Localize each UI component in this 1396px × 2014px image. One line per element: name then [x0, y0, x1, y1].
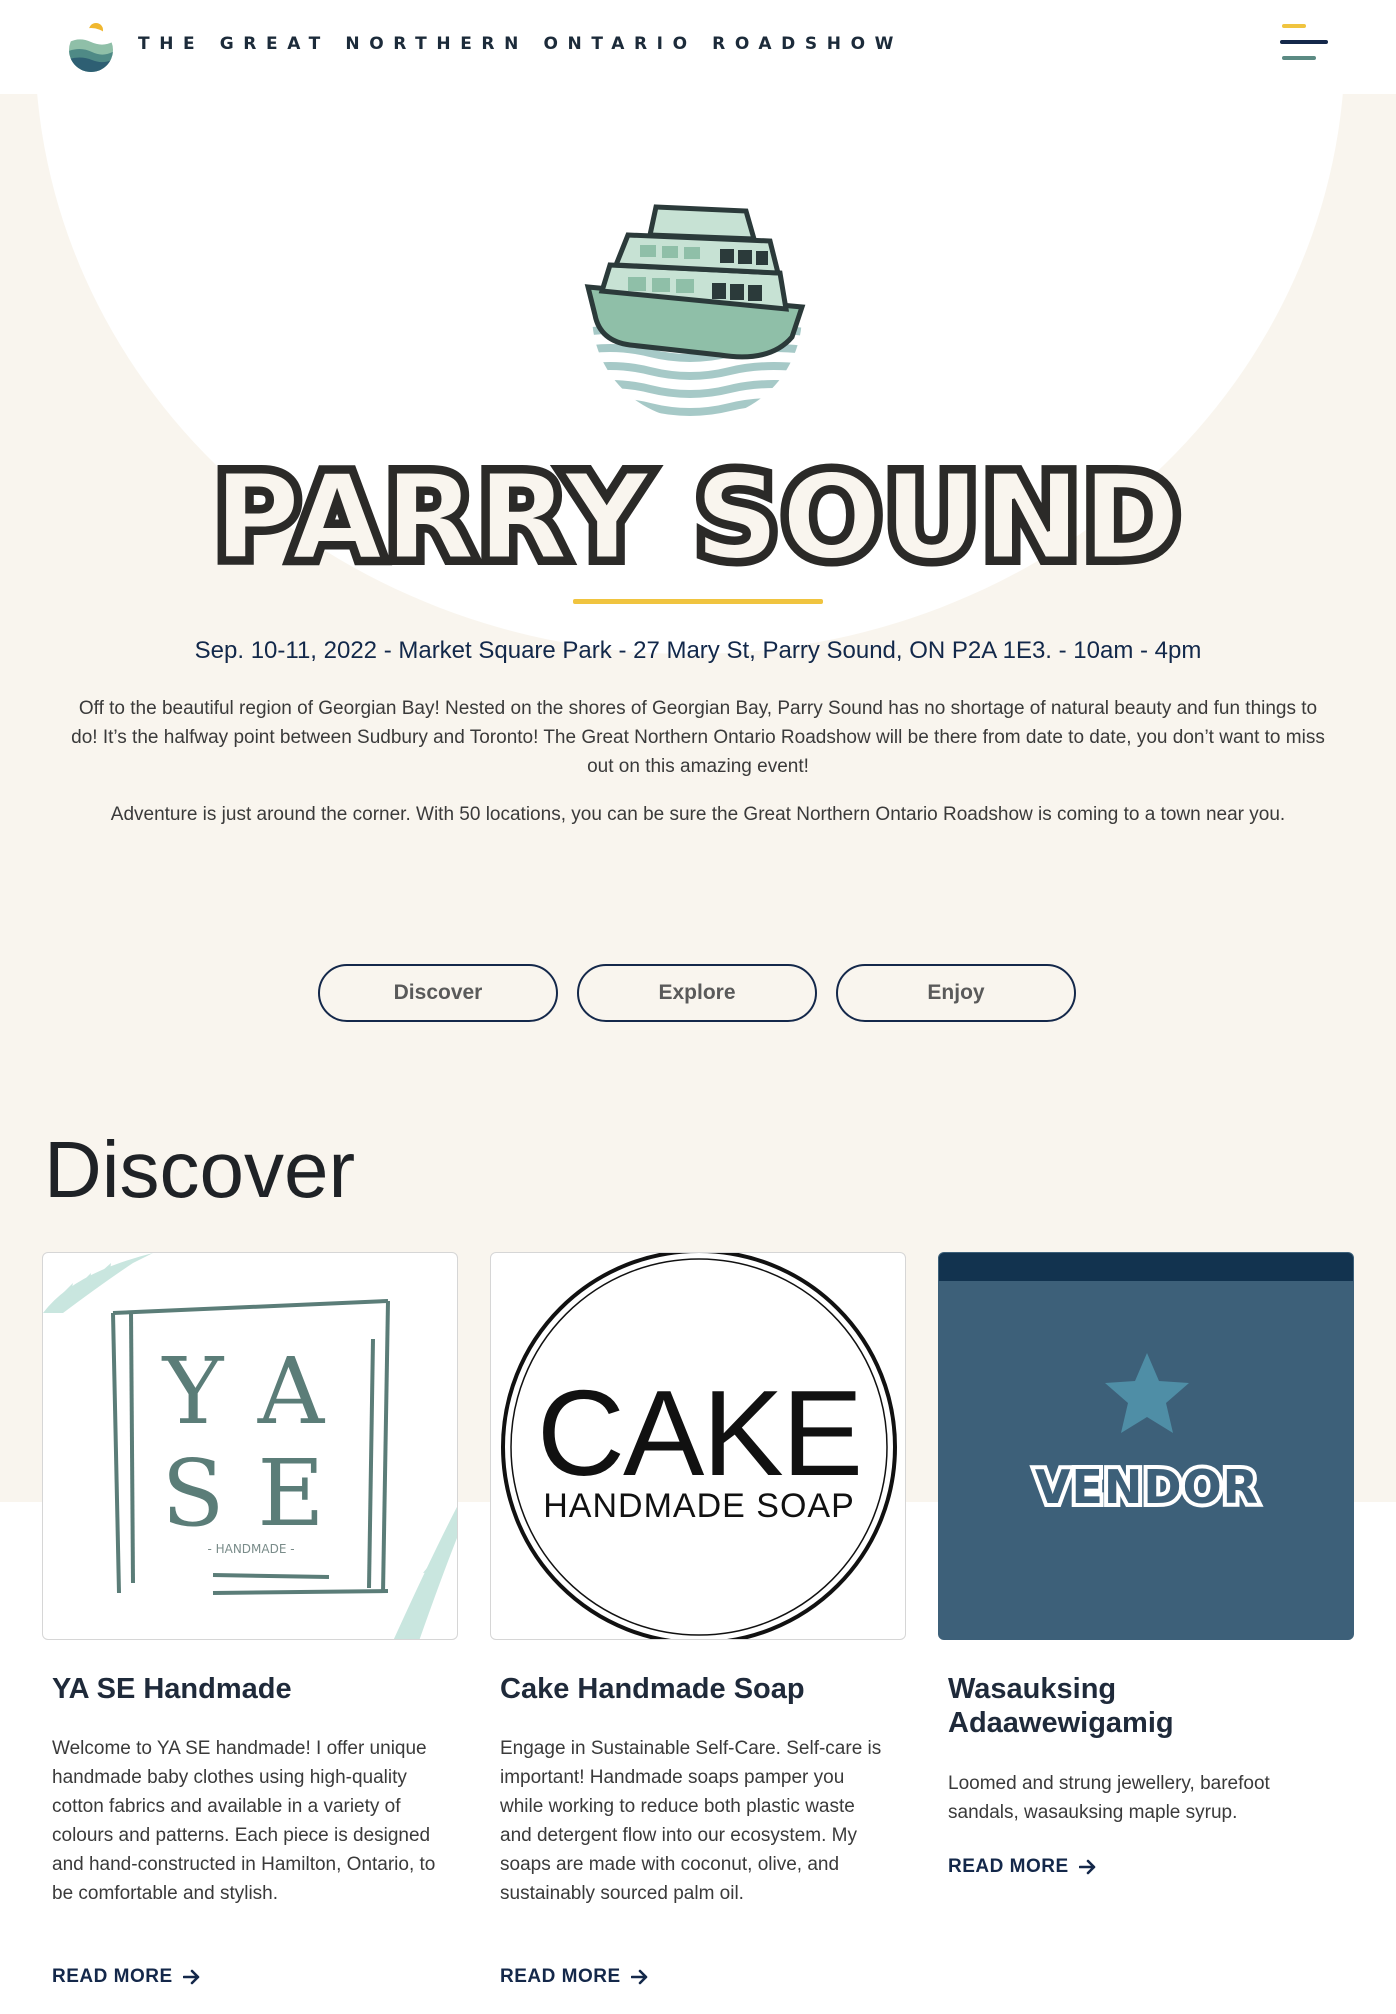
- title-divider: [573, 599, 823, 604]
- event-info: Sep. 10-11, 2022 - Market Square Park - …: [194, 637, 1202, 664]
- yase-logo: Y A S E - HANDMADE -: [43, 1253, 457, 1639]
- yase-letter-a: A: [257, 1338, 326, 1445]
- yase-letter-y: Y: [161, 1338, 225, 1445]
- menu-line-icon: [1280, 40, 1328, 44]
- menu-line-icon: [1282, 24, 1306, 28]
- site-title[interactable]: THE GREAT NORTHERN ONTARIO ROADSHOW: [138, 34, 903, 54]
- intro-paragraph: Off to the beautiful region of Georgian …: [71, 698, 1325, 777]
- menu-line-icon: [1282, 56, 1316, 60]
- read-more-link-cake[interactable]: READ MORE: [500, 1966, 649, 1988]
- vendor-label: VENDOR: [1035, 1460, 1259, 1514]
- discover-button[interactable]: Discover: [318, 964, 558, 1022]
- arrow-right-icon: [1078, 1859, 1095, 1875]
- read-more-link-yase[interactable]: READ MORE: [52, 1966, 201, 1988]
- adventure-paragraph: Adventure is just around the corner. Wit…: [110, 804, 1286, 825]
- card-title-wasauksing[interactable]: Wasauksing Adaawewigamig: [948, 1672, 1278, 1740]
- read-more-label: READ MORE: [948, 1856, 1069, 1877]
- cake-logo: CAKE HANDMADE SOAP: [501, 1253, 897, 1639]
- yase-letter-s: S: [161, 1440, 224, 1547]
- arrow-right-icon: [630, 1969, 647, 1985]
- vendor-image-cake[interactable]: CAKE HANDMADE SOAP: [490, 1252, 906, 1640]
- ferry-boat-illustration: [584, 204, 806, 420]
- cake-subtitle: HANDMADE SOAP: [543, 1487, 855, 1525]
- vendor-image-wasauksing[interactable]: VENDOR: [938, 1252, 1354, 1640]
- hamburger-menu-button[interactable]: [1278, 22, 1332, 66]
- city-title: PARRY SOUND PARRY SOUND: [207, 441, 1188, 580]
- card-text-yase: Welcome to YA SE handmade! I offer uniqu…: [52, 1738, 436, 1904]
- section-title-discover: Discover: [44, 1125, 356, 1214]
- city-title-outline: PARRY SOUND: [214, 448, 1183, 580]
- yase-handmade-label: - HANDMADE -: [207, 1542, 294, 1556]
- vendor-placeholder: VENDOR: [939, 1253, 1353, 1518]
- card-text-cake: Engage in Sustainable Self-Care. Self-ca…: [500, 1738, 882, 1904]
- read-more-label: READ MORE: [500, 1966, 621, 1987]
- card-title-yase[interactable]: YA SE Handmade: [52, 1672, 452, 1706]
- card-text-wasauksing: Loomed and strung jewellery, barefoot sa…: [948, 1773, 1270, 1823]
- star-icon: [1105, 1353, 1189, 1433]
- explore-button[interactable]: Explore: [577, 964, 817, 1022]
- read-more-link-wasauksing[interactable]: READ MORE: [948, 1856, 1097, 1878]
- enjoy-button[interactable]: Enjoy: [836, 964, 1076, 1022]
- vendor-image-yase[interactable]: Y A S E - HANDMADE -: [42, 1252, 458, 1640]
- fern-leaf-icon: [43, 1253, 153, 1313]
- card-title-cake[interactable]: Cake Handmade Soap: [500, 1672, 900, 1706]
- cake-wordmark: CAKE: [537, 1365, 861, 1501]
- arrow-right-icon: [182, 1969, 199, 1985]
- fern-leaf-icon: [393, 1506, 457, 1639]
- read-more-label: READ MORE: [52, 1966, 173, 1987]
- site-header: THE GREAT NORTHERN ONTARIO ROADSHOW: [0, 0, 1396, 94]
- yase-letter-e: E: [257, 1440, 324, 1547]
- site-logo-icon[interactable]: [66, 22, 116, 72]
